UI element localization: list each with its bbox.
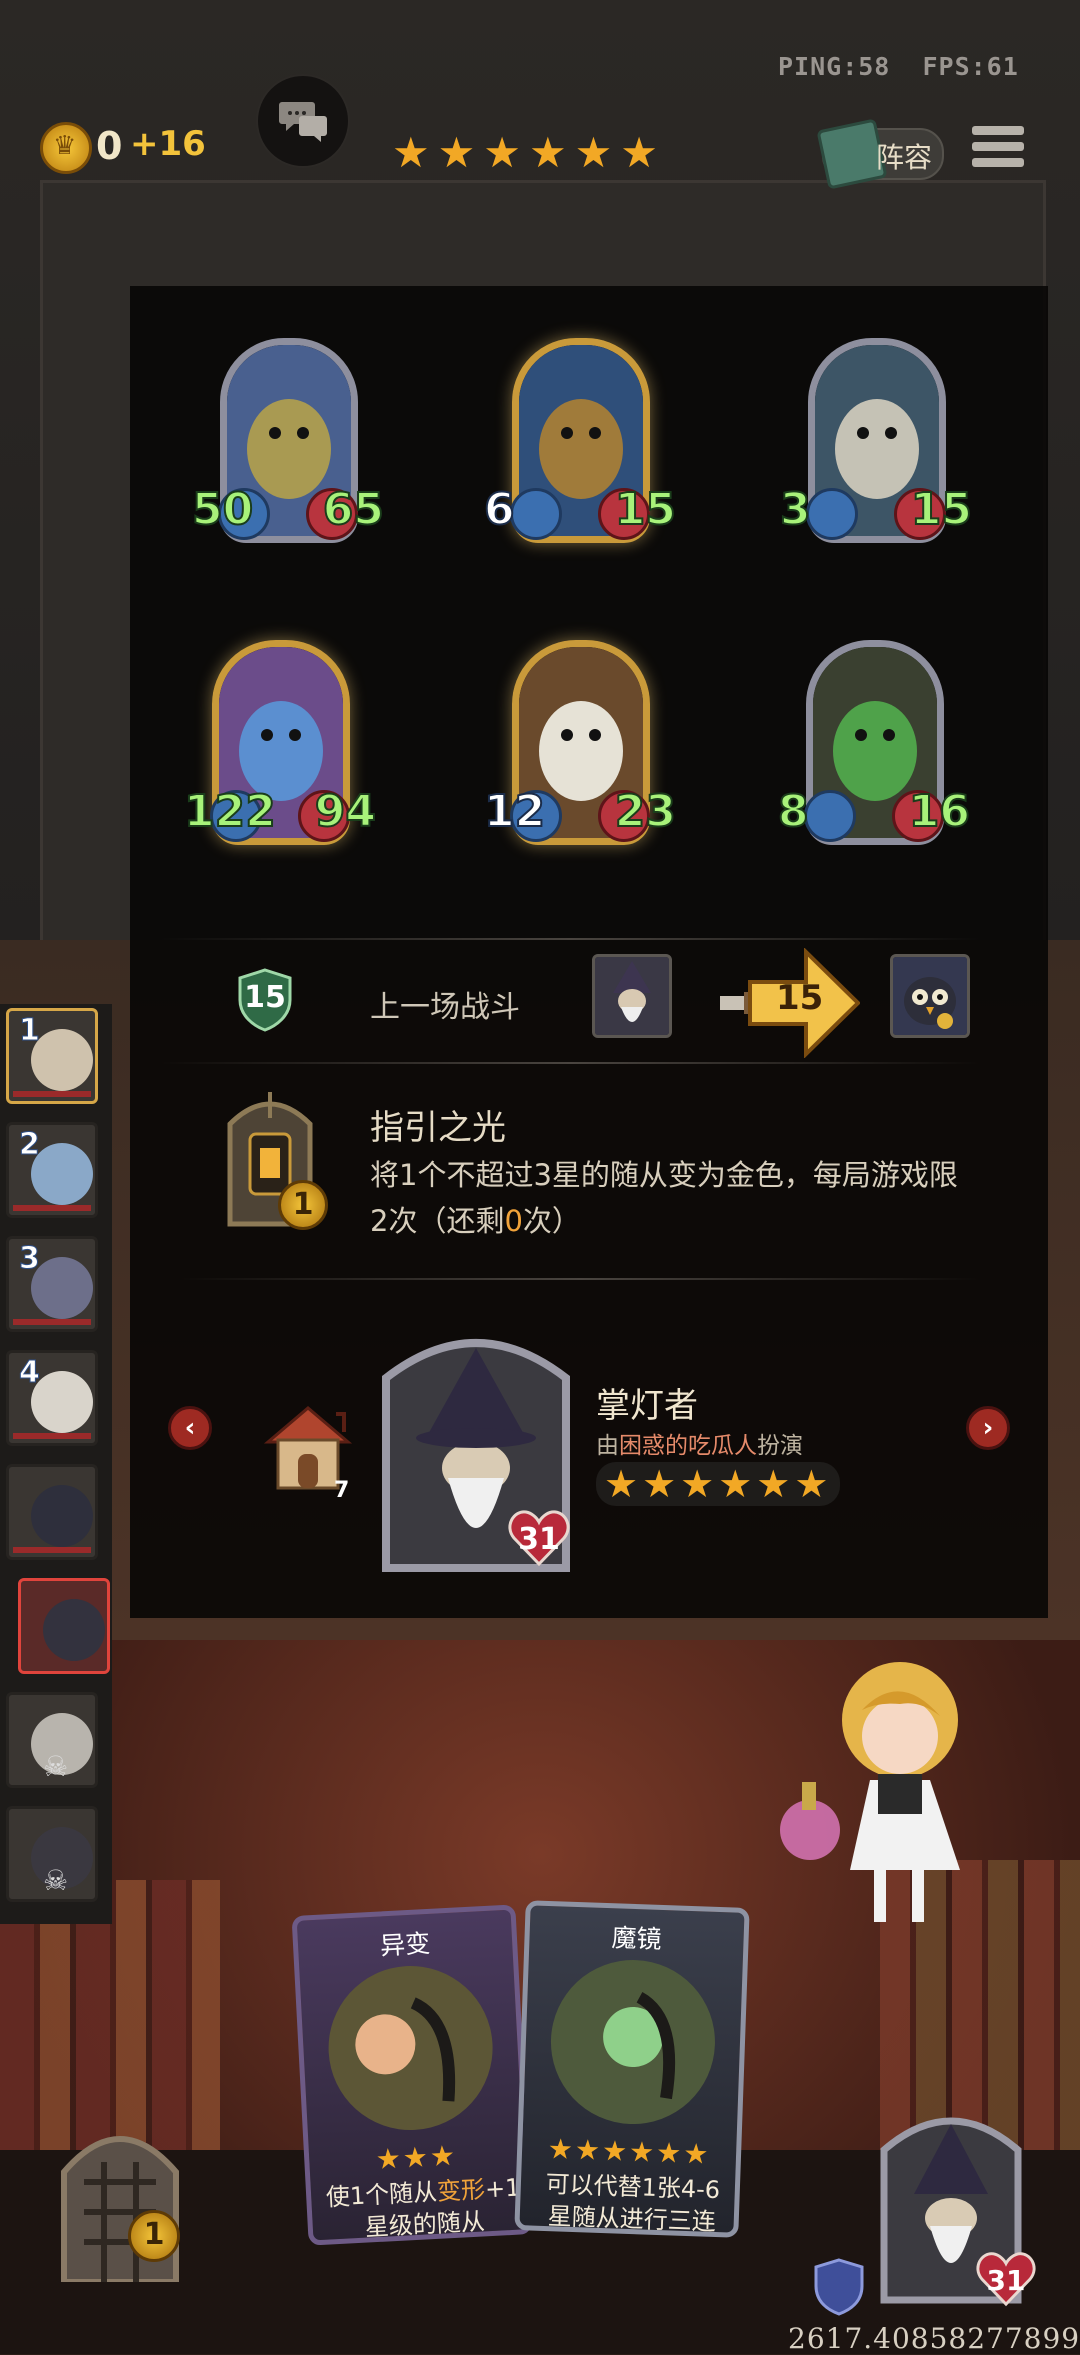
spell-description: 可以代替1张4-6星随从进行三连 <box>545 2170 721 2237</box>
house-count: 7 <box>334 1478 350 1503</box>
rail-player-slot[interactable]: ☠ <box>6 1806 98 1902</box>
my-health: 31 <box>986 2264 1026 2297</box>
minion-attack: 122 <box>183 785 277 838</box>
gold-income: +16 <box>130 124 206 164</box>
minion-health: 16 <box>908 785 971 838</box>
gold-amount: 0 <box>96 124 123 168</box>
player-avatar <box>31 1029 93 1091</box>
magic-mirror-icon <box>550 1960 715 2125</box>
rank-number: 2 <box>19 1127 41 1163</box>
refresh-cost: 1 <box>128 2210 180 2262</box>
rank-number: 4 <box>19 1355 41 1391</box>
played-by-line: 由困惑的吃瓜人扮演 <box>596 1433 803 1459</box>
health-bar <box>13 1433 91 1439</box>
hero-name: 掌灯者 <box>596 1386 698 1426</box>
spell-card[interactable]: 异变 ★★★ 使1个随从变形+1星级的随从 <box>291 1904 533 2246</box>
health-bar <box>13 1091 91 1097</box>
rail-player-slot[interactable]: 4 <box>6 1350 98 1446</box>
spell-title: 魔镜 <box>611 1923 663 1954</box>
ping-readout: PING:58 <box>778 52 891 81</box>
footer-number: 2617.40858277899 <box>788 2322 1080 2355</box>
wizard-portrait-icon <box>595 957 669 1035</box>
fps-readout: FPS:61 <box>922 52 1019 81</box>
minion-health: 15 <box>910 483 973 536</box>
prev-player-button[interactable]: ‹ <box>168 1406 212 1450</box>
minion-attack: 50 <box>191 483 254 536</box>
player-name: 困惑的吃瓜人 <box>619 1433 757 1459</box>
rail-player-slot[interactable]: 1 <box>6 1008 98 1104</box>
rank-number: 1 <box>19 1013 41 1049</box>
divider <box>160 938 980 940</box>
rail-player-slot[interactable]: 2 <box>6 1122 98 1218</box>
health-bar <box>13 1547 91 1553</box>
player-avatar <box>31 1485 93 1547</box>
minion-attack: 3 <box>779 483 812 536</box>
minion-card[interactable]: 6 15 <box>483 338 677 568</box>
hero-health: 31 <box>518 1522 560 1557</box>
player-avatar <box>43 1599 105 1661</box>
network-stats: PING:58 FPS:61 <box>778 52 1019 81</box>
minion-attack: 6 <box>483 483 516 536</box>
remaining-uses: 0 <box>504 1204 523 1238</box>
health-bar <box>13 1205 91 1211</box>
power-cost: 1 <box>278 1180 328 1230</box>
player-avatar <box>31 1257 93 1319</box>
divider <box>180 1278 980 1280</box>
minion-health: 15 <box>614 483 677 536</box>
minion-health: 94 <box>314 785 377 838</box>
attack-gem-icon <box>804 790 856 842</box>
rank-number: 3 <box>19 1241 41 1277</box>
minion-attack: 12 <box>483 785 546 838</box>
player-avatar <box>31 1371 93 1433</box>
opponent-portrait <box>592 954 672 1038</box>
damage-dealt: 15 <box>776 978 824 1018</box>
last-battle-label: 上一场战斗 <box>370 990 520 1025</box>
hero-tier-stars: ★★★★★★ <box>596 1462 841 1506</box>
owl-portrait-icon <box>893 957 967 1035</box>
player-avatar <box>31 1143 93 1205</box>
minion-card[interactable]: 12 23 <box>483 640 677 870</box>
menu-icon[interactable] <box>972 126 1024 176</box>
bartender-girl <box>780 1662 960 1922</box>
chat-button[interactable] <box>256 74 350 168</box>
minion-attack: 8 <box>777 785 810 838</box>
winner-portrait <box>890 954 970 1038</box>
hero-power-description: 将1个不超过3星的随从变为金色，每局游戏限2次（还剩0次） <box>370 1158 958 1238</box>
tavern-tier-stars: ★★★★★★ <box>392 128 666 177</box>
tier-shield-number: 15 <box>244 980 286 1015</box>
mutation-art-icon <box>328 1966 493 2131</box>
skull-icon: ☠ <box>43 1750 69 1783</box>
gold-coin-icon <box>40 122 92 174</box>
spell-card[interactable]: 魔镜 ★★★★★★ 可以代替1张4-6星随从进行三连 <box>514 1900 750 2238</box>
next-player-button[interactable]: › <box>966 1406 1010 1450</box>
minion-health: 65 <box>322 483 385 536</box>
rail-player-slot[interactable]: 3 <box>6 1236 98 1332</box>
attack-gem-icon <box>510 488 562 540</box>
minion-card[interactable]: 122 94 <box>183 640 377 870</box>
minion-card[interactable]: 50 65 <box>191 338 385 568</box>
minion-health: 23 <box>614 785 677 838</box>
minion-card[interactable]: 8 16 <box>777 640 971 870</box>
chat-bubble-icon <box>279 102 327 142</box>
armor-shield-icon <box>814 2258 864 2316</box>
skull-icon: ☠ <box>43 1864 69 1897</box>
spell-stars: ★★★★★★ <box>547 2132 711 2171</box>
rail-player-slot[interactable]: ☠ <box>6 1692 98 1788</box>
roster-label[interactable]: 阵容 <box>876 136 932 176</box>
rail-player-slot[interactable] <box>18 1578 110 1674</box>
spell-description: 使1个随从变形+1星级的随从 <box>325 2173 522 2242</box>
hero-power-title: 指引之光 <box>370 1108 506 1148</box>
attack-gem-icon <box>806 488 858 540</box>
rail-player-slot[interactable] <box>6 1464 98 1560</box>
health-bar <box>13 1319 91 1325</box>
minion-card[interactable]: 3 15 <box>779 338 973 568</box>
divider <box>160 1062 980 1064</box>
